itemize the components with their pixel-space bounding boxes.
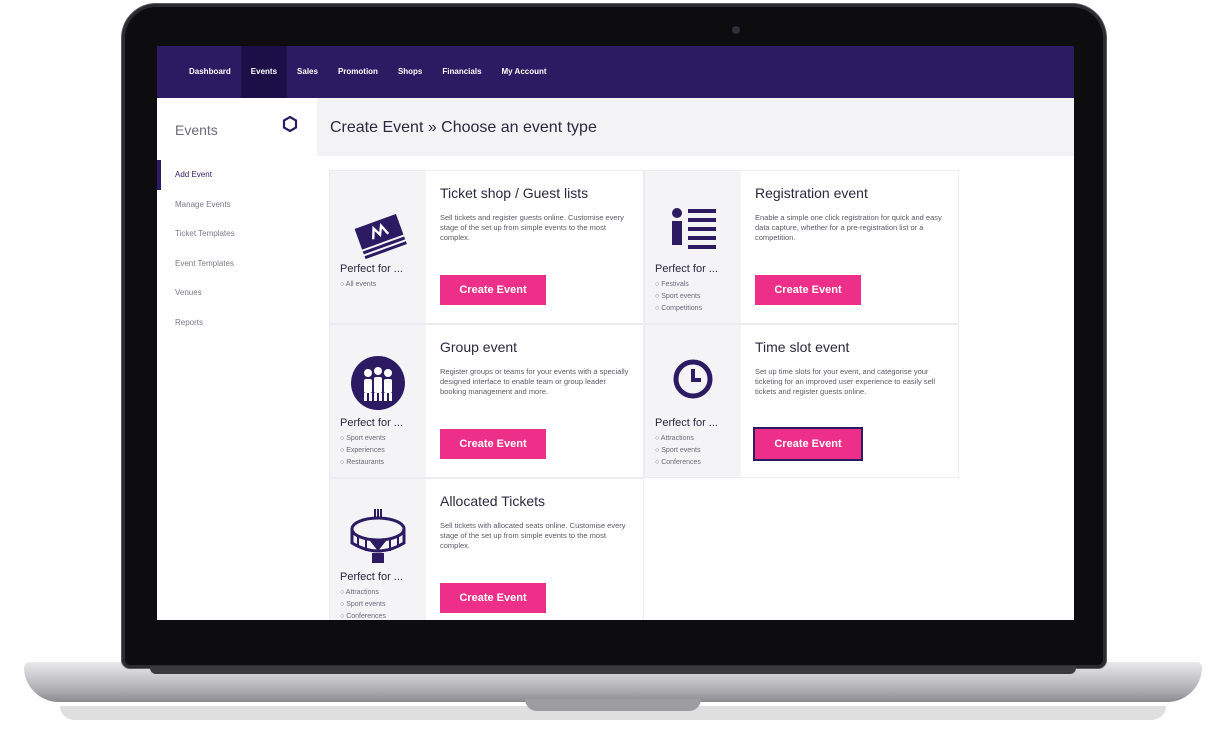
- perfect-for-list: Attractions Sport events Conferences: [340, 587, 386, 620]
- perfect-for-list: Attractions Sport events Conferences: [655, 433, 701, 469]
- perfect-for-item: Attractions: [340, 587, 386, 599]
- ticket-icon: [354, 213, 407, 259]
- card-title: Ticket shop / Guest lists: [440, 185, 589, 201]
- card-icon-column: Perfect for ... Sport events Experiences…: [330, 325, 426, 477]
- create-event-button[interactable]: Create Event: [440, 583, 546, 613]
- event-type-card-registration: Perfect for ... Festivals Sport events C…: [644, 170, 959, 324]
- card-icon-column: Perfect for ... Festivals Sport events C…: [645, 171, 741, 323]
- nav-shops[interactable]: Shops: [388, 46, 432, 98]
- perfect-for-item: Sport events: [655, 291, 702, 303]
- card-description: Register groups or teams for your events…: [440, 367, 629, 396]
- perfect-for-item: Experiences: [340, 445, 386, 457]
- sidebar-menu: Add Event Manage Events Ticket Templates…: [157, 160, 317, 337]
- card-description: Enable a simple one click registration f…: [755, 213, 942, 242]
- perfect-for-list: Sport events Experiences Restaurants: [340, 433, 386, 469]
- card-title: Allocated Tickets: [440, 493, 546, 509]
- hexagon-settings-icon[interactable]: [282, 116, 298, 132]
- perfect-for-label: Perfect for ...: [340, 263, 403, 275]
- group-icon: [351, 356, 405, 410]
- nav-financials[interactable]: Financials: [432, 46, 491, 98]
- perfect-for-item: Festivals: [655, 279, 702, 291]
- card-icon-column: Perfect for ... Attractions Sport events…: [645, 325, 741, 477]
- top-navigation: Dashboard Events Sales Promotion Shops F…: [157, 46, 1074, 98]
- sidebar-item-add-event[interactable]: Add Event: [157, 160, 317, 190]
- nav-events[interactable]: Events: [240, 46, 288, 98]
- perfect-for-item: Sport events: [655, 445, 701, 457]
- nav-my-account[interactable]: My Account: [492, 46, 557, 98]
- nav-sales[interactable]: Sales: [287, 46, 328, 98]
- sidebar-title: Events: [175, 122, 218, 138]
- sidebar-item-ticket-templates[interactable]: Ticket Templates: [157, 219, 317, 249]
- clock-icon: [673, 359, 713, 399]
- card-icon-column: Perfect for ... Attractions Sport events…: [330, 479, 426, 620]
- sidebar: Events Add Event Manage Events Ticket Te…: [157, 98, 317, 620]
- event-type-card-time-slot: Perfect for ... Attractions Sport events…: [644, 324, 959, 478]
- perfect-for-label: Perfect for ...: [340, 417, 403, 429]
- perfect-for-label: Perfect for ...: [655, 263, 718, 275]
- breadcrumb-bar: Create Event » Choose an event type: [317, 98, 1074, 156]
- stadium-icon: [350, 509, 406, 563]
- laptop-opening-notch: [525, 699, 701, 711]
- card-description: Sell tickets with allocated seats online…: [440, 521, 626, 550]
- main-content: Create Event » Choose an event type Perf…: [317, 98, 1074, 620]
- perfect-for-item: Attractions: [655, 433, 701, 445]
- create-event-button[interactable]: Create Event: [755, 275, 861, 305]
- nav-dashboard[interactable]: Dashboard: [179, 46, 241, 98]
- perfect-for-list: All events: [340, 279, 376, 291]
- sidebar-item-manage-events[interactable]: Manage Events: [157, 190, 317, 220]
- perfect-for-item: Competitions: [655, 303, 702, 315]
- perfect-for-item: Sport events: [340, 599, 386, 611]
- card-description: Sell tickets and register guests online.…: [440, 213, 624, 242]
- create-event-button[interactable]: Create Event: [440, 429, 546, 459]
- perfect-for-item: Restaurants: [340, 457, 386, 469]
- sidebar-item-event-templates[interactable]: Event Templates: [157, 249, 317, 279]
- card-title: Time slot event: [755, 339, 850, 355]
- perfect-for-item: Conferences: [655, 457, 701, 469]
- webcam: [732, 26, 740, 34]
- sidebar-item-venues[interactable]: Venues: [157, 278, 317, 308]
- perfect-for-item: All events: [340, 279, 376, 291]
- perfect-for-item: Sport events: [340, 433, 385, 445]
- screen: Dashboard Events Sales Promotion Shops F…: [157, 46, 1074, 620]
- create-event-button[interactable]: Create Event: [440, 275, 546, 305]
- event-type-card-group: Perfect for ... Sport events Experiences…: [329, 324, 644, 478]
- nav-promotion[interactable]: Promotion: [328, 46, 388, 98]
- event-type-card-ticket-shop: Perfect for ... All events Ticket shop /…: [329, 170, 644, 324]
- perfect-for-list: Festivals Sport events Competitions: [655, 279, 702, 315]
- laptop-hinge: [150, 666, 1076, 674]
- breadcrumb: Create Event » Choose an event type: [330, 119, 597, 136]
- perfect-for-label: Perfect for ...: [340, 571, 403, 583]
- card-icon-column: Perfect for ... All events: [330, 171, 426, 323]
- perfect-for-label: Perfect for ...: [655, 417, 718, 429]
- event-type-card-allocated-tickets: Perfect for ... Attractions Sport events…: [329, 478, 644, 620]
- sidebar-item-reports[interactable]: Reports: [157, 308, 317, 338]
- card-title: Registration event: [755, 185, 868, 201]
- create-event-button[interactable]: Create Event: [753, 427, 863, 461]
- card-title: Group event: [440, 339, 518, 355]
- event-type-grid: Perfect for ... All events Ticket shop /…: [317, 156, 1074, 620]
- registration-list-icon: [672, 208, 716, 249]
- card-description: Set up time slots for your event, and ca…: [755, 367, 936, 396]
- perfect-for-item: Conferences: [340, 611, 386, 620]
